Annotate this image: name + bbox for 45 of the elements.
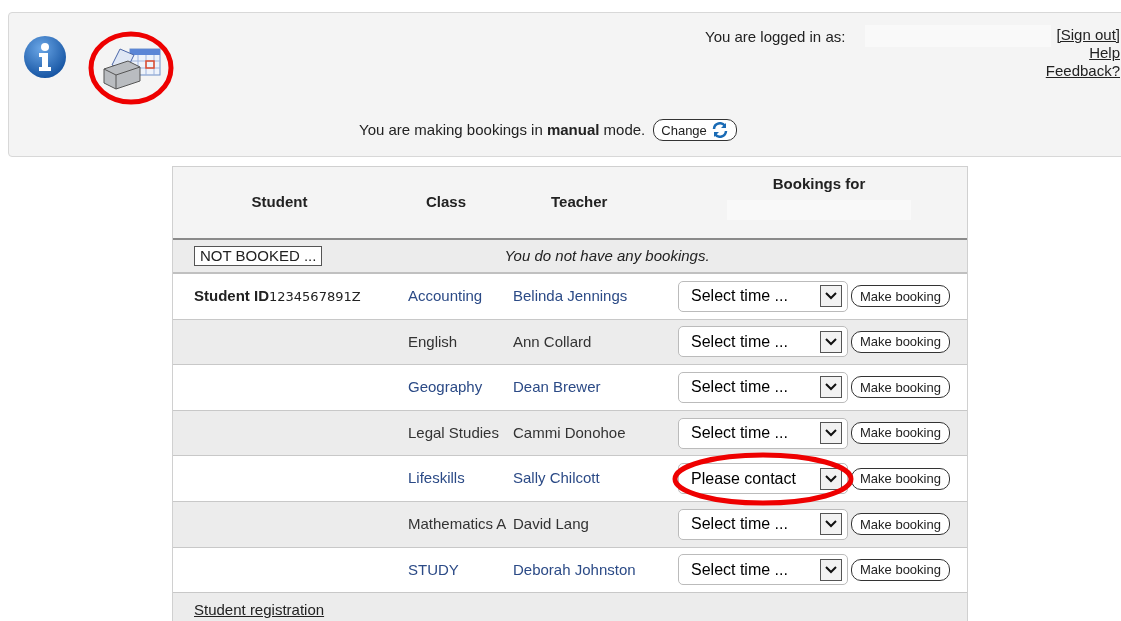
class-name[interactable]: Accounting (386, 285, 511, 308)
make-booking-button[interactable]: Make booking (851, 558, 950, 581)
column-header: Teacher (550, 192, 609, 213)
class-name[interactable]: STUDY (386, 558, 511, 582)
make-booking-button[interactable]: Make booking (851, 513, 950, 536)
make-booking-button[interactable]: Make booking (851, 422, 950, 445)
time-select[interactable]: Select time ... (678, 417, 848, 449)
teacher-name[interactable]: Belinda Jennings (511, 285, 671, 308)
teacher-name[interactable]: Dean Brewer (511, 376, 671, 399)
student-registration-link[interactable]: Student registration (194, 601, 325, 619)
teacher-name: David Lang (512, 514, 590, 534)
column-header: Class (425, 192, 468, 213)
column-header: Bookings for (772, 174, 866, 195)
time-select[interactable]: Select time ... (678, 508, 848, 540)
time-select[interactable]: Select time ... (678, 326, 848, 358)
time-select[interactable]: Select time ... (678, 372, 848, 403)
make-booking-button[interactable]: Make booking (851, 285, 950, 308)
change-button[interactable]: Change (653, 119, 737, 142)
time-select[interactable]: Select time ... (678, 554, 848, 586)
status-badge: NOT BOOKED ... (194, 246, 323, 266)
status-message: You do not have any bookings. (504, 245, 710, 266)
column-header: Student (250, 192, 309, 213)
make-booking-button[interactable]: Make booking (851, 376, 950, 399)
header-link[interactable]: Help (1089, 44, 1120, 62)
make-booking-button[interactable]: Make booking (851, 330, 950, 353)
refresh-icon (710, 122, 729, 139)
make-booking-button[interactable]: Make booking (851, 467, 950, 490)
teacher-name[interactable]: Deborah Johnston (511, 558, 671, 582)
time-select[interactable]: Select time ... (678, 280, 848, 312)
class-name: English (407, 331, 459, 352)
info-icon[interactable] (23, 35, 67, 79)
time-select[interactable]: Please contact (678, 463, 848, 495)
student-label: Student ID (194, 286, 269, 307)
header-link[interactable]: Feedback? (1045, 62, 1120, 80)
mode-text: You are making bookings in manual mode. (359, 120, 646, 140)
class-name: Mathematics A (407, 514, 508, 534)
class-name: Legal Studies (407, 422, 500, 443)
teacher-name[interactable]: Sally Chilcott (511, 467, 671, 490)
class-name[interactable]: Lifeskills (386, 467, 511, 490)
teacher-name: Cammi Donohoe (512, 422, 627, 443)
teacher-name: Ann Collard (512, 331, 593, 352)
class-name[interactable]: Geography (386, 376, 511, 399)
logged-in-label: You are logged in as: (705, 27, 846, 47)
header-link[interactable]: [Sign out] (1056, 26, 1120, 44)
student-id: 1234567891Z (269, 288, 361, 307)
